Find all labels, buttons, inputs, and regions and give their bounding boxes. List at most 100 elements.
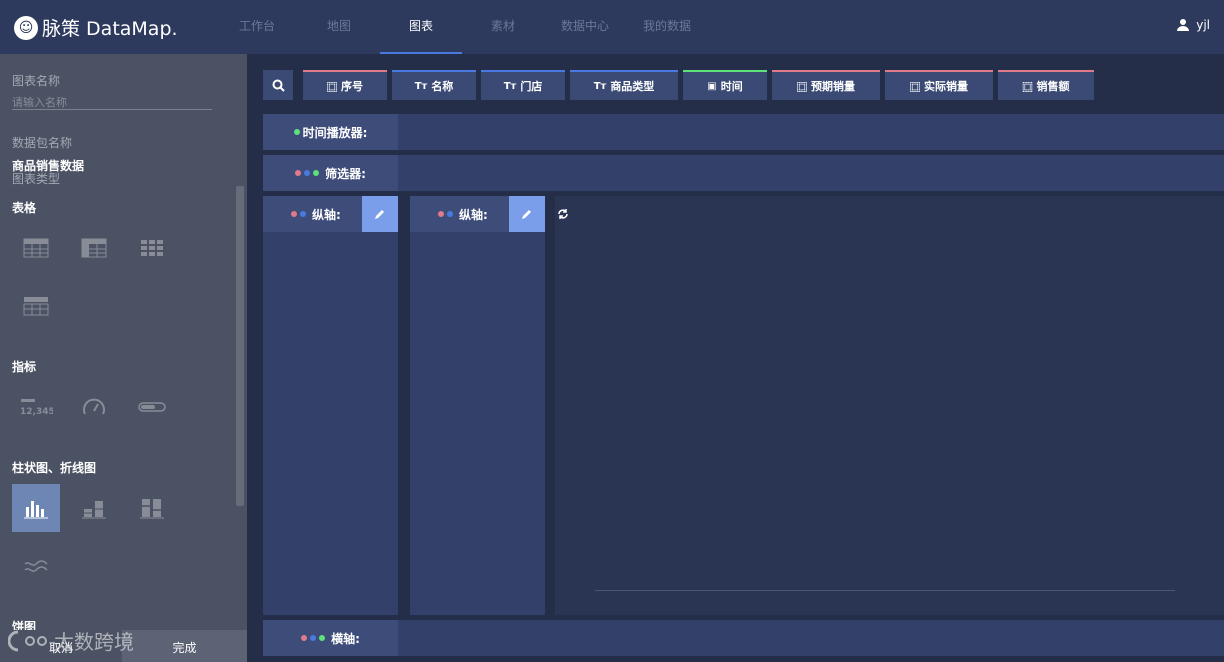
filter-text: 筛选器: bbox=[325, 166, 366, 181]
y-axis-label: 纵轴: bbox=[312, 207, 341, 222]
table-type-4[interactable] bbox=[12, 282, 60, 330]
field-tab-label: 预期销量 bbox=[811, 80, 855, 93]
percent-bar-icon bbox=[140, 499, 164, 519]
field-tab-label: 商品类型 bbox=[610, 80, 655, 93]
edit-y-axis-button-2[interactable] bbox=[509, 196, 545, 232]
x-axis-row[interactable]: 横轴: bbox=[263, 620, 1224, 656]
edit-y-axis-button[interactable] bbox=[362, 196, 398, 232]
chart-baseline bbox=[595, 590, 1175, 591]
red-dot bbox=[301, 635, 308, 641]
search-icon bbox=[272, 79, 285, 92]
blue-dot bbox=[304, 170, 311, 176]
nav-assets[interactable]: 素材 bbox=[462, 0, 544, 54]
field-tab-4[interactable]: ▣ 时间 bbox=[683, 70, 767, 100]
table-type-3[interactable] bbox=[128, 224, 176, 272]
nav-map[interactable]: 地图 bbox=[298, 0, 380, 54]
metric-progress[interactable] bbox=[128, 383, 176, 431]
table-grid-icon bbox=[23, 238, 49, 258]
chart-type-label: 图表类型 bbox=[12, 172, 61, 186]
field-tab-3[interactable]: Tт 商品类型 bbox=[570, 70, 678, 100]
bar-chart-type[interactable] bbox=[12, 484, 60, 532]
field-tab-6[interactable]: ⿴实际销量 bbox=[885, 70, 993, 100]
main-nav: 工作台 地图 图表 素材 数据中心 我的数据 bbox=[216, 0, 708, 54]
table-header-icon bbox=[81, 238, 107, 258]
field-tab-label: 序号 bbox=[341, 80, 363, 93]
text-icon: Tт bbox=[503, 80, 517, 92]
y-axis-drop-zone-1[interactable]: 纵轴: bbox=[263, 196, 398, 615]
field-tab-5[interactable]: ⿴预期销量 bbox=[772, 70, 880, 100]
user-icon bbox=[1177, 19, 1190, 31]
number-icon: ⿴ bbox=[797, 82, 807, 94]
line-chart-icon bbox=[24, 560, 48, 572]
metric-gauge[interactable] bbox=[70, 383, 118, 431]
field-tab-label: 实际销量 bbox=[924, 80, 968, 93]
gauge-icon bbox=[83, 398, 105, 415]
nav-my-data[interactable]: 我的数据 bbox=[626, 0, 708, 54]
blue-dot bbox=[310, 635, 317, 641]
nav-workbench[interactable]: 工作台 bbox=[216, 0, 298, 54]
table-type-1[interactable] bbox=[12, 224, 60, 272]
filter-row[interactable]: 筛选器: bbox=[263, 155, 1224, 191]
nav-data-center[interactable]: 数据中心 bbox=[544, 0, 626, 54]
brand-name: 脉策 DataMap. bbox=[42, 18, 178, 40]
y-axis-drop-zone-2[interactable]: 纵轴: bbox=[410, 196, 545, 615]
field-tab-1[interactable]: Tт 名称 bbox=[392, 70, 476, 100]
blue-dot bbox=[300, 211, 306, 217]
number-icon: ⿴ bbox=[1022, 82, 1033, 94]
user-menu[interactable]: yjl bbox=[1176, 18, 1210, 32]
field-tab-label: 销售额 bbox=[1036, 80, 1070, 93]
nav-chart[interactable]: 图表 bbox=[380, 0, 462, 54]
chart-name-input[interactable]: 请输入名称 bbox=[12, 94, 212, 110]
user-name: yjl bbox=[1196, 18, 1210, 32]
chart-preview-area bbox=[555, 196, 1224, 615]
y-axis-header-1: 纵轴: bbox=[263, 196, 398, 232]
brand-logo[interactable]: ☺ 脉策 DataMap. bbox=[14, 14, 178, 41]
section-metric: 指标 bbox=[12, 360, 37, 374]
green-dot bbox=[319, 635, 326, 641]
line-chart-type[interactable] bbox=[12, 542, 60, 590]
time-player-label: 时间播放器: bbox=[263, 114, 398, 150]
pencil-icon bbox=[375, 210, 384, 219]
stacked-bar-icon bbox=[82, 501, 106, 519]
field-tab-label: 时间 bbox=[720, 80, 743, 93]
table-type-2[interactable] bbox=[70, 224, 118, 272]
calendar-icon: ▣ bbox=[707, 80, 717, 92]
metric-number[interactable]: 12,345 bbox=[12, 383, 60, 431]
field-tab-label: 门店 bbox=[520, 80, 543, 93]
svg-text:12,345: 12,345 bbox=[20, 407, 53, 417]
done-button[interactable]: 完成 bbox=[122, 630, 247, 662]
bar-chart-icon bbox=[24, 501, 48, 519]
red-dot bbox=[438, 211, 444, 217]
blue-dot bbox=[447, 211, 453, 217]
number-icon: ⿴ bbox=[910, 82, 920, 94]
table-blocks-icon bbox=[141, 240, 163, 256]
red-dot bbox=[295, 170, 302, 176]
text-icon: Tт bbox=[593, 80, 607, 92]
stacked-bar-type[interactable] bbox=[70, 484, 118, 532]
pencil-icon bbox=[522, 210, 531, 219]
field-tab-0[interactable]: ⿴序号 bbox=[303, 70, 387, 100]
top-bar: ☺ 脉策 DataMap. 工作台 地图 图表 素材 数据中心 我的数据 yjl bbox=[0, 0, 1224, 54]
cancel-button[interactable]: 取消 bbox=[0, 630, 122, 662]
sidebar-scrollbar[interactable] bbox=[236, 186, 244, 506]
percent-bar-type[interactable] bbox=[128, 484, 176, 532]
field-tab-2[interactable]: Tт 门店 bbox=[481, 70, 565, 100]
chart-name-label: 图表名称 bbox=[12, 74, 61, 88]
progress-bar-icon bbox=[138, 402, 166, 412]
datamap-logo-icon: ☺ bbox=[14, 15, 38, 40]
filter-label: 筛选器: bbox=[263, 155, 398, 191]
table-pivot-icon bbox=[23, 297, 49, 316]
field-tab-7[interactable]: ⿴销售额 bbox=[998, 70, 1094, 100]
number-icon: ⿴ bbox=[327, 82, 337, 94]
time-player-text: 时间播放器: bbox=[302, 125, 368, 140]
green-dot bbox=[293, 129, 300, 135]
section-bar-line: 柱状图、折线图 bbox=[12, 461, 97, 475]
swap-axes-icon[interactable] bbox=[557, 208, 569, 220]
time-player-row[interactable]: 时间播放器: bbox=[263, 114, 1224, 150]
green-dot bbox=[313, 170, 320, 176]
y-axis-label: 纵轴: bbox=[459, 207, 488, 222]
x-axis-label-box: 横轴: bbox=[263, 620, 398, 656]
y-axis-header-2: 纵轴: bbox=[410, 196, 545, 232]
package-label: 数据包名称 bbox=[12, 136, 73, 150]
field-search-button[interactable] bbox=[263, 70, 293, 100]
